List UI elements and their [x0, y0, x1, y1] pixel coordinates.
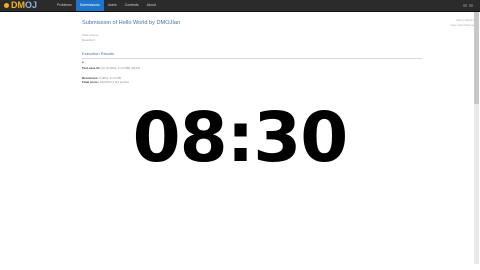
nav-users[interactable]: Users — [104, 0, 121, 11]
user-menu-icon — [469, 4, 473, 7]
top-navbar: DM OJ Problems Submissions Users Contests… — [0, 0, 480, 12]
nav-contests[interactable]: Contests — [121, 0, 143, 11]
nav-about[interactable]: About — [143, 0, 160, 11]
page-title: Submission of Hello World by DMOJIan — [82, 20, 181, 26]
section-divider — [82, 58, 422, 60]
resubmit-link[interactable]: Resubmit — [82, 38, 422, 43]
resources-label: Resources: — [82, 75, 99, 80]
resources-value: 0.000s, 2.14 MB — [99, 75, 122, 80]
scrollbar-thumb[interactable] — [474, 12, 479, 104]
timer-overlay: 08:30 — [132, 98, 349, 178]
submission-content: Submission of Hello World by DMOJIan Vie… — [82, 18, 422, 85]
nav-problems[interactable]: Problems — [53, 0, 76, 11]
brand-primary: DM — [11, 0, 25, 10]
test-case-value: AC [0.000s, 2.14 MB] (10/10) — [101, 66, 141, 71]
final-score-value: 100/100 (1.0/1 points) — [99, 80, 129, 85]
sidebar-links: View problem View submissions — [404, 18, 474, 28]
user-menu[interactable] — [462, 0, 474, 11]
view-submissions-link[interactable]: View submissions — [404, 23, 474, 28]
site-logo[interactable]: DM OJ — [4, 0, 37, 11]
main-nav: Problems Submissions Users Contests Abou… — [53, 0, 160, 11]
user-menu-icon — [463, 4, 467, 7]
test-case-label: Test case #1: — [82, 66, 101, 71]
final-score-label: Final score: — [82, 80, 99, 85]
final-score-row: Final score: 100/100 (1.0/1 points) — [82, 80, 422, 85]
section-heading: Execution Results — [82, 51, 115, 57]
logo-icon — [4, 3, 9, 8]
nav-submissions[interactable]: Submissions — [75, 0, 104, 11]
brand-secondary: OJ — [25, 0, 38, 10]
